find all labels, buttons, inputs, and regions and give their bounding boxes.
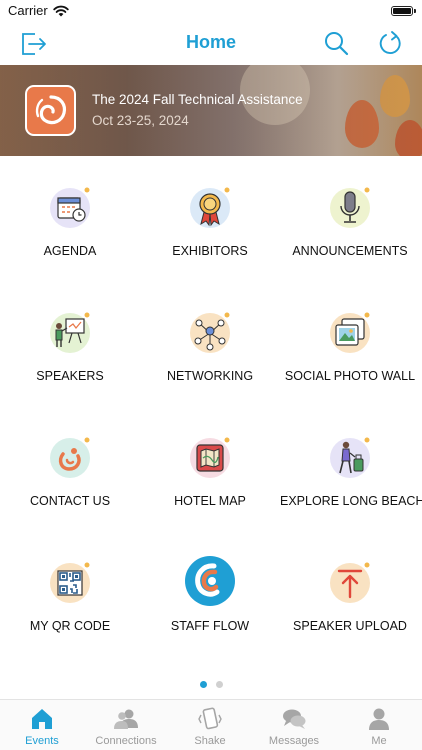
tab-messages[interactable]: Messages [252, 706, 336, 750]
tab-label-connections: Connections [95, 735, 157, 747]
person-icon [369, 708, 389, 730]
event-date: Oct 23-25, 2024 [92, 113, 189, 128]
tile-label-my-qr-code: MY QR CODE [29, 619, 111, 633]
tile-explore-long-beach[interactable]: EXPLORE LONG BEACH [280, 406, 422, 531]
tile-speaker-upload[interactable]: SPEAKER UPLOAD [280, 531, 420, 656]
staff-flow-logo-icon [185, 556, 235, 606]
tile-label-contact-us: CONTACT US [29, 494, 111, 508]
traveler-luggage-icon [330, 437, 370, 478]
tile-exhibitors[interactable]: EXHIBITORS [140, 156, 280, 281]
tile-staff-flow[interactable]: STAFF FLOW [140, 531, 280, 656]
search-icon[interactable] [321, 28, 351, 58]
tile-label-staff-flow: STAFF FLOW [170, 619, 250, 633]
refresh-icon[interactable] [375, 28, 405, 58]
tab-label-messages: Messages [268, 735, 320, 747]
tile-label-announcements: ANNOUNCEMENTS [292, 244, 408, 258]
event-logo-icon [25, 85, 76, 136]
tile-label-speaker-upload: SPEAKER UPLOAD [293, 619, 407, 633]
carrier-label: Carrier [8, 3, 48, 18]
tab-bar: Events Connections Shake Messages Me [0, 699, 422, 750]
tile-label-exhibitors: EXHIBITORS [172, 244, 248, 258]
tile-label-explore-long-beach: EXPLORE LONG BEACH [280, 494, 422, 508]
network-people-icon [190, 312, 230, 353]
page-dot-1[interactable] [199, 681, 207, 688]
tile-social-photo-wall[interactable]: SOCIAL PHOTO WALL [280, 281, 420, 406]
tab-label-events: Events [25, 735, 59, 747]
tile-networking[interactable]: NETWORKING [140, 281, 280, 406]
tile-speakers[interactable]: SPEAKERS [0, 281, 140, 406]
nav-bar: Home [0, 22, 422, 65]
map-icon [190, 437, 230, 478]
wifi-icon [53, 5, 69, 16]
tab-label-shake: Shake [194, 735, 226, 747]
event-banner[interactable]: The 2024 Fall Technical Assistance Oct 2… [0, 65, 422, 156]
tile-agenda[interactable]: AGENDA [0, 156, 140, 281]
chat-bubbles-icon [283, 709, 306, 729]
microphone-icon [330, 187, 370, 228]
tab-me[interactable]: Me [337, 706, 421, 750]
home-icon [32, 709, 52, 729]
photo-stack-icon [330, 312, 370, 353]
battery-tip [414, 9, 416, 13]
tab-connections[interactable]: Connections [84, 706, 168, 750]
tile-label-agenda: AGENDA [43, 244, 97, 258]
tab-label-me: Me [371, 735, 387, 747]
contact-logo-icon [50, 437, 90, 478]
feature-grid: AGENDA EXHIBITORS ANNOUNCEMENTS SPEAKERS… [0, 156, 422, 676]
tile-hotel-map[interactable]: HOTEL MAP [140, 406, 280, 531]
shake-phone-icon [198, 707, 222, 730]
calendar-clock-icon [50, 187, 90, 228]
tile-label-speakers: SPEAKERS [36, 369, 104, 383]
tile-label-hotel-map: HOTEL MAP [174, 494, 246, 508]
tab-events[interactable]: Events [0, 706, 84, 750]
tile-contact-us[interactable]: CONTACT US [0, 406, 140, 531]
page-title: Home [185, 32, 236, 52]
event-title: The 2024 Fall Technical Assistance [92, 92, 303, 107]
page-dot-2[interactable] [215, 681, 223, 688]
qr-code-icon [50, 562, 90, 603]
award-ribbon-icon [190, 187, 230, 228]
tile-my-qr-code[interactable]: MY QR CODE [0, 531, 140, 656]
presenter-board-icon [50, 312, 90, 353]
swirl-logo-icon [35, 94, 66, 124]
tile-label-social-photo-wall: SOCIAL PHOTO WALL [284, 369, 416, 383]
page-indicator[interactable] [0, 681, 422, 688]
tab-shake[interactable]: Shake [168, 706, 252, 750]
status-bar: Carrier [0, 0, 422, 22]
tile-announcements[interactable]: ANNOUNCEMENTS [280, 156, 420, 281]
carrier-indicator: Carrier [8, 3, 69, 18]
upload-arrow-icon [330, 562, 370, 603]
tile-label-networking: NETWORKING [166, 369, 254, 383]
battery-icon [391, 6, 413, 16]
people-icon [114, 709, 138, 729]
